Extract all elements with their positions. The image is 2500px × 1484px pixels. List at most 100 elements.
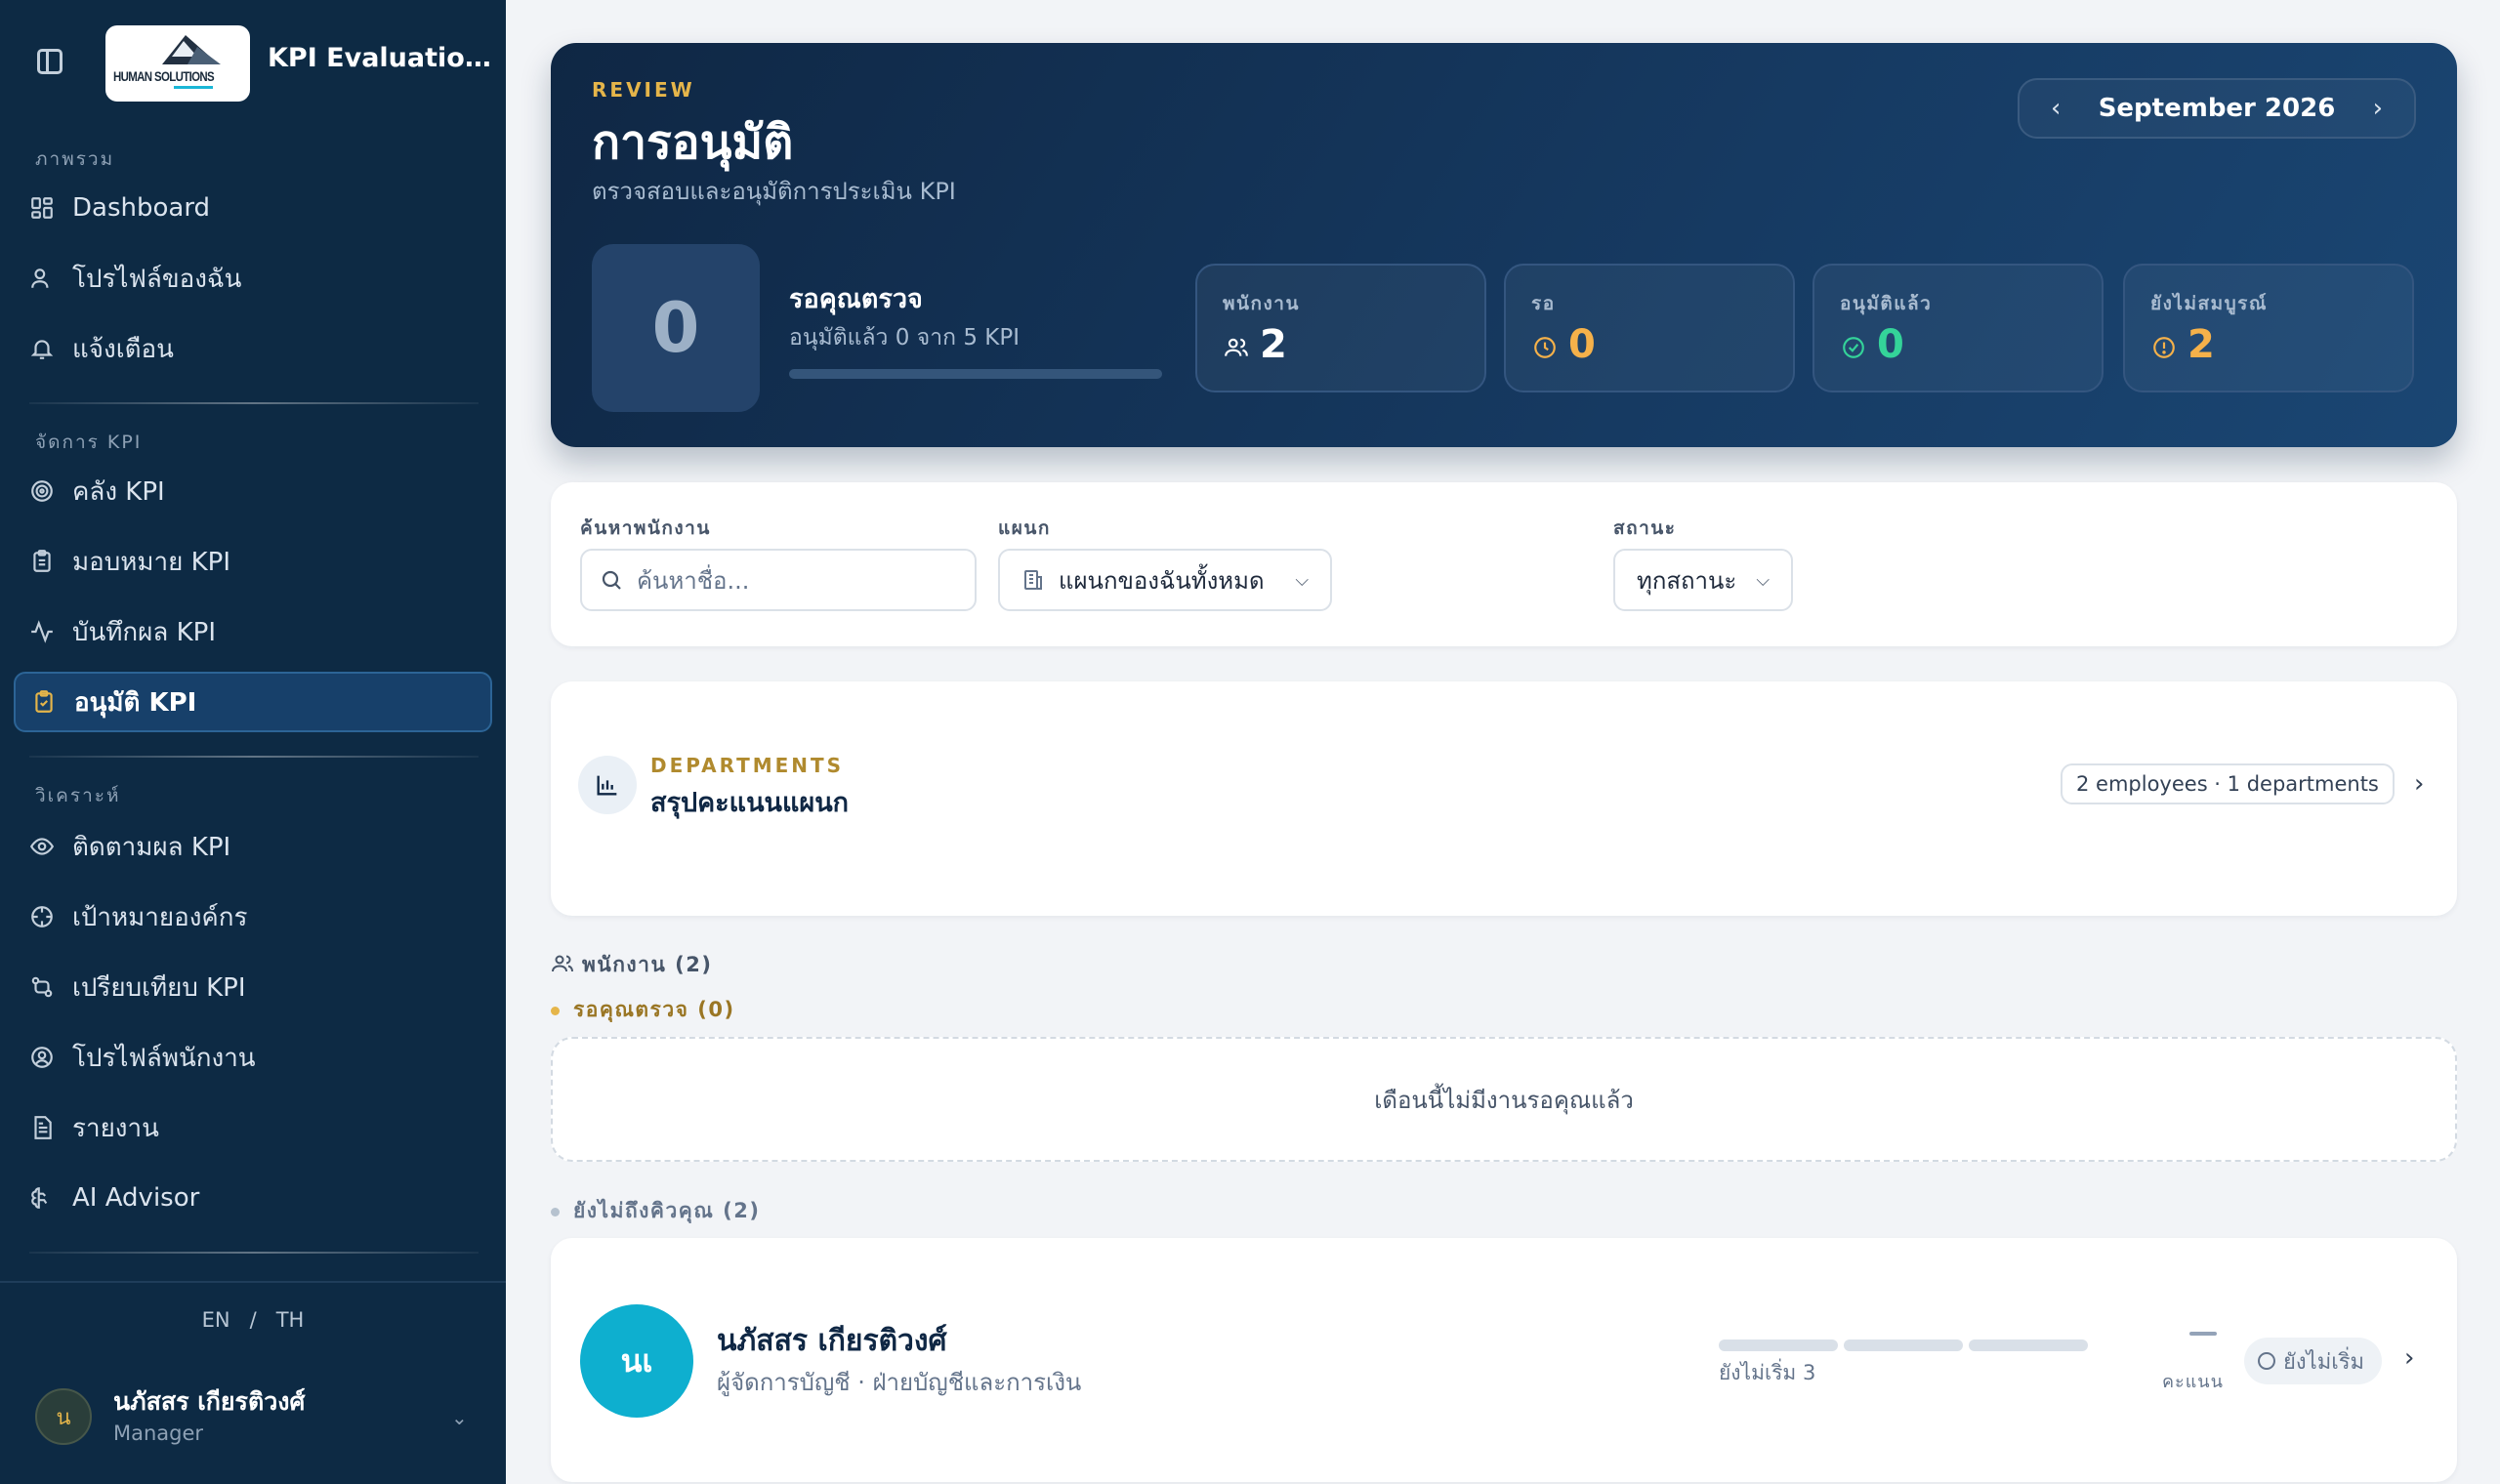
department-value: แผนกของฉันทั้งหมด xyxy=(1059,566,1265,595)
company-logo[interactable]: HUMAN SOLUTIONS xyxy=(105,25,250,102)
status-dot xyxy=(551,1006,560,1015)
alert-circle-icon xyxy=(2150,334,2178,361)
sidebar-item-label: คลัง KPI xyxy=(72,476,165,507)
stat-value: 0 xyxy=(1568,322,1596,367)
sidebar-item-label: Dashboard xyxy=(72,193,211,223)
sidebar-item-ai-advisor[interactable]: AI Advisor xyxy=(14,1168,492,1228)
clock-icon xyxy=(1531,334,1559,361)
status-dot xyxy=(551,1207,560,1216)
eye-icon xyxy=(27,832,57,861)
search-icon xyxy=(600,568,623,592)
building-icon xyxy=(1021,568,1045,592)
sidebar-item-dashboard[interactable]: Dashboard xyxy=(14,178,492,238)
avatar[interactable]: น xyxy=(35,1388,92,1445)
file-icon xyxy=(27,1113,57,1142)
departments-title: สรุปคะแนนแผนก xyxy=(650,788,850,818)
crosshair-icon xyxy=(27,902,57,931)
status-select[interactable]: ทุกสถานะ ⌵ xyxy=(1613,549,1793,611)
bell-icon xyxy=(27,334,57,363)
sidebar-divider xyxy=(29,1252,479,1254)
clipboard-check-icon xyxy=(29,687,59,717)
stat-label: พนักงาน xyxy=(1223,293,1300,314)
kpi-progress-segment xyxy=(1969,1340,2088,1351)
user-role: Manager xyxy=(113,1422,204,1445)
status-label: สถานะ xyxy=(1613,517,1677,539)
user-circle-icon xyxy=(27,1043,57,1072)
stat-value: 0 xyxy=(1877,322,1904,367)
sidebar-item-label: รายงาน xyxy=(72,1113,159,1143)
brain-icon xyxy=(27,1183,57,1213)
lang-separator: / xyxy=(249,1308,257,1332)
sidebar-item-label: มอบหมาย KPI xyxy=(72,547,231,577)
filter-bar: ค้นหาพนักงาน ค้นหาชื่อ... แผนก แผนกของฉั… xyxy=(551,482,2457,646)
sidebar-item-employee-profile[interactable]: โปรไฟล์พนักงาน xyxy=(14,1027,492,1088)
sidebar-item-label: บันทึกผล KPI xyxy=(72,617,216,647)
chevron-right-icon[interactable]: › xyxy=(2414,769,2424,799)
department-select[interactable]: แผนกของฉันทั้งหมด ⌵ xyxy=(998,549,1332,611)
sidebar-item-label: ติดตามผล KPI xyxy=(72,832,231,862)
employees-heading: พนักงาน (2) xyxy=(551,949,712,981)
avatar: นเ xyxy=(580,1304,693,1418)
sidebar-item-reports[interactable]: รายงาน xyxy=(14,1097,492,1158)
sidebar-footer-divider xyxy=(0,1281,506,1283)
user-name[interactable]: นภัสสร เกียรติวงศ์ xyxy=(113,1382,305,1422)
not-yet-heading: ยังไม่ถึงคิวคุณ (2) xyxy=(551,1195,760,1227)
users-icon xyxy=(551,952,574,980)
user-icon xyxy=(27,264,57,293)
language-switcher: EN / TH xyxy=(0,1308,506,1332)
users-icon xyxy=(1223,334,1250,361)
clipboard-icon xyxy=(27,547,57,576)
compare-icon xyxy=(27,972,57,1002)
chevron-right-icon[interactable]: › xyxy=(2404,1343,2414,1373)
status-value: ทุกสถานะ xyxy=(1637,566,1737,595)
check-circle-icon xyxy=(1840,334,1867,361)
next-month-icon[interactable]: › xyxy=(2373,94,2383,123)
stat-label: ยังไม่สมบูรณ์ xyxy=(2150,293,2269,314)
sidebar-item-label: แจ้งเตือน xyxy=(72,334,174,364)
employee-row[interactable]: นเ นภัสสร เกียรติวงศ์ ผู้จัดการบัญชี · ฝ… xyxy=(551,1238,2457,1482)
lang-th[interactable]: TH xyxy=(276,1308,305,1332)
sidebar-item-kpi-library[interactable]: คลัง KPI xyxy=(14,461,492,521)
bar-chart-icon xyxy=(578,756,637,814)
sidebar-item-assign-kpi[interactable]: มอบหมาย KPI xyxy=(14,531,492,592)
sidebar-item-record-kpi[interactable]: บันทึกผล KPI xyxy=(14,601,492,662)
stat-label: รอ xyxy=(1531,293,1556,314)
sidebar-item-label: เปรียบเทียบ KPI xyxy=(72,972,246,1003)
lang-en[interactable]: EN xyxy=(202,1308,230,1332)
stat-incomplete: ยังไม่สมบูรณ์ 2 xyxy=(2123,264,2414,392)
sidebar-divider xyxy=(29,402,479,404)
sidebar-item-org-goals[interactable]: เป้าหมายองค์กร xyxy=(14,886,492,947)
pending-heading: รอคุณตรวจ (0) xyxy=(551,994,735,1026)
month-selector: ‹ September 2026 › xyxy=(2018,78,2416,139)
sidebar-item-compare-kpi[interactable]: เปรียบเทียบ KPI xyxy=(14,957,492,1017)
stat-waiting: รอ 0 xyxy=(1504,264,1795,392)
departments-summary-card[interactable]: DEPARTMENTS สรุปคะแนนแผนก 2 employees · … xyxy=(551,681,2457,916)
stat-value: 2 xyxy=(1260,322,1287,367)
score-placeholder xyxy=(2189,1332,2217,1336)
pending-empty-state: เดือนนี้ไม่มีงานรอคุณแล้ว xyxy=(551,1037,2457,1162)
pending-review-count: 0 xyxy=(592,244,760,412)
nav-section-overview: ภาพรวม xyxy=(35,148,115,170)
sidebar-item-my-profile[interactable]: โปรไฟล์ของฉัน xyxy=(14,248,492,309)
sidebar-item-approve-kpi[interactable]: อนุมัติ KPI xyxy=(14,672,492,732)
dashboard-icon xyxy=(27,193,57,223)
score-label: คะแนน xyxy=(2162,1372,2224,1392)
sidebar-item-track-kpi[interactable]: ติดตามผล KPI xyxy=(14,816,492,877)
sidebar: HUMAN SOLUTIONS KPI Evaluation ... ภาพรว… xyxy=(0,0,506,1484)
sidebar-item-label: โปรไฟล์พนักงาน xyxy=(72,1043,256,1073)
search-input[interactable]: ค้นหาชื่อ... xyxy=(580,549,977,611)
circle-icon xyxy=(2258,1352,2275,1370)
search-label: ค้นหาพนักงาน xyxy=(580,517,711,539)
department-label: แผนก xyxy=(998,517,1051,539)
departments-count-badge: 2 employees · 1 departments xyxy=(2061,763,2395,804)
sidebar-item-label: อนุมัติ KPI xyxy=(74,687,197,718)
chevron-down-icon[interactable]: ⌄ xyxy=(451,1406,468,1429)
sidebar-item-notifications[interactable]: แจ้งเตือน xyxy=(14,318,492,379)
chevron-down-icon: ⌵ xyxy=(1295,570,1309,591)
sidebar-toggle-icon[interactable] xyxy=(37,49,62,74)
nav-section-analyze: วิเคราะห์ xyxy=(35,785,121,806)
employee-position: ผู้จัดการบัญชี · ฝ่ายบัญชีและการเงิน xyxy=(717,1369,1082,1396)
page-title: การอนุมัติ xyxy=(592,115,794,170)
pending-review-title: รอคุณตรวจ xyxy=(789,284,923,314)
chevron-down-icon: ⌵ xyxy=(1756,570,1770,591)
